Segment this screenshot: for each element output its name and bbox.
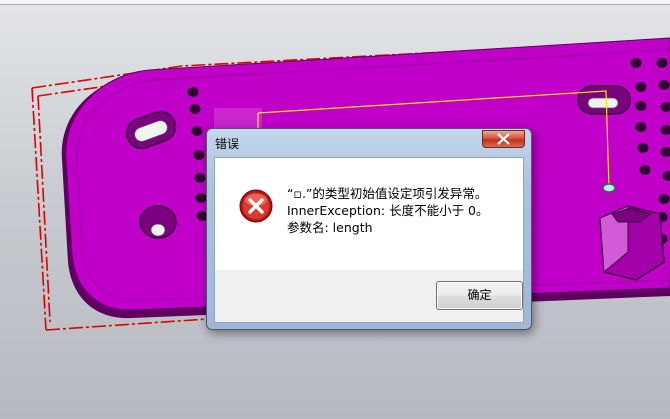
dialog-title: 错误 <box>215 137 240 151</box>
message-line-1: “▫.”的类型初始值设定项引发异常。 <box>287 186 488 201</box>
error-dialog[interactable]: 错误 “▫.”的类型初始值设定项引发异常。 InnerException: 长度… <box>206 128 532 330</box>
message-area: “▫.”的类型初始值设定项引发异常。 InnerException: 长度不能小… <box>215 158 523 270</box>
counterbore-left <box>139 205 177 239</box>
message-line-3: 参数名: length <box>287 220 373 235</box>
cad-viewport[interactable]: 错误 “▫.”的类型初始值设定项引发异常。 InnerException: 长度… <box>0 0 670 419</box>
dialog-client-area: “▫.”的类型初始值设定项引发异常。 InnerException: 长度不能小… <box>214 157 524 323</box>
slot-right-top <box>577 85 631 115</box>
hex-boss <box>599 205 665 281</box>
dialog-titlebar[interactable]: 错误 <box>207 129 531 157</box>
selection-highlight <box>214 108 262 130</box>
close-icon <box>497 133 510 145</box>
close-button[interactable] <box>482 130 525 148</box>
error-icon <box>239 189 273 223</box>
message-line-2: InnerException: 长度不能小于 0。 <box>287 203 489 218</box>
error-message: “▫.”的类型初始值设定项引发异常。 InnerException: 长度不能小… <box>287 185 489 236</box>
guide-point-marker <box>602 183 616 193</box>
ok-button[interactable]: 确定 <box>436 281 523 310</box>
